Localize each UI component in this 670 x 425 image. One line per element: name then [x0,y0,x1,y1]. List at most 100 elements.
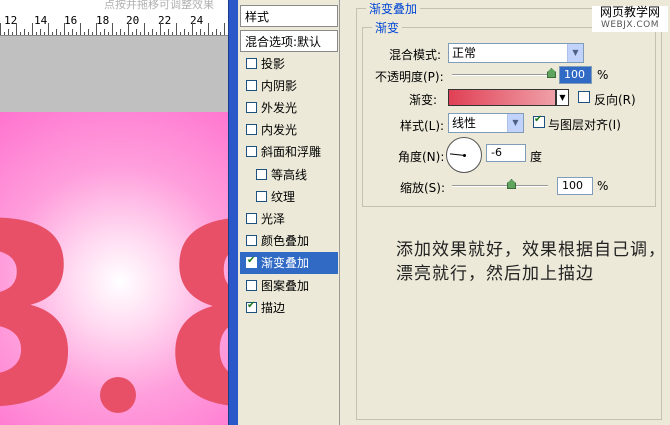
ruler-tick [140,32,141,35]
chevron-down-icon: ▼ [559,93,566,102]
digit-right: 8 [160,192,228,425]
ruler-tick [220,32,221,35]
scale-label: 缩放(S): [400,181,446,195]
opacity-input[interactable]: 100 [559,66,592,84]
style-item-checkbox[interactable] [246,57,257,69]
angle-label: 角度(N): [398,150,445,164]
style-item-checkbox[interactable] [246,255,257,269]
style-item-label: 外发光 [261,100,298,115]
angle-value: -6 [491,146,502,159]
angle-input[interactable]: -6 [486,144,526,162]
inner-group-title: 渐变 [372,19,403,36]
ruler-tick [96,23,97,35]
ruler-tick [180,32,181,35]
site-watermark: 网页教学网 WEBJX.COM [592,6,668,32]
ruler-tick [0,23,1,35]
style-item-checkbox[interactable] [246,212,257,224]
tutorial-note: 添加效果就好，效果根据自己调，漂亮就行，然后加上描边 [396,240,666,284]
style-item-label: 纹理 [271,189,296,204]
style-item[interactable]: 渐变叠加 [240,251,338,274]
style-item-label: 描边 [261,300,286,315]
ruler-number: 18 [96,14,110,27]
ruler-tick [28,32,29,35]
align-with-layer-checkbox[interactable] [533,114,545,128]
ruler-tick [72,29,73,35]
style-item[interactable]: 投影 [240,52,338,74]
reverse-label: 反向(R) [594,93,636,107]
blend-options-item[interactable]: 混合选项:默认 [240,30,338,52]
ruler-tick [52,32,53,35]
ruler-tick [56,29,57,35]
chevron-down-icon: ▼ [567,44,583,62]
ruler-tick [132,32,133,35]
ruler-tick [76,32,77,35]
style-item[interactable]: 等高线 [240,163,338,185]
horizontal-ruler: 点按并拖移可调整效果 12 14 16 18 20 22 24 [0,0,228,36]
document-canvas[interactable]: 点按并拖移可调整效果 12 14 16 18 20 22 24 3 8 [0,0,228,425]
opacity-slider-track[interactable] [452,74,552,76]
style-item-checkbox[interactable] [246,300,257,313]
style-item[interactable]: 描边 [240,296,338,318]
ruler-tick [108,32,109,35]
ruler-tick [200,29,201,35]
ruler-tick [204,32,205,35]
ruler-hint-text: 点按并拖移可调整效果 [104,0,214,11]
style-item[interactable]: 图案叠加 [240,274,338,296]
style-item-label: 图案叠加 [261,278,310,293]
style-item[interactable]: 外发光 [240,96,338,118]
ruler-tick [224,23,225,35]
style-item-checkbox[interactable] [246,124,257,136]
ruler-tick [88,29,89,35]
ruler-tick [20,32,21,35]
style-label: 样式(L): [400,119,445,133]
scale-slider-track[interactable] [452,185,548,187]
gradient-style-value: 线性 [452,116,477,130]
scale-input[interactable]: 100 [557,177,593,195]
ruler-tick [164,32,165,35]
style-item-checkbox[interactable] [246,146,257,158]
watermark-site: WEBJX.COM [600,20,660,30]
ruler-tick [16,23,17,35]
gradient-preview-swatch[interactable] [448,89,556,106]
ruler-tick [160,23,161,35]
blend-mode-select[interactable]: 正常 ▼ [448,43,584,63]
ruler-number: 14 [34,14,48,27]
ruler-tick [136,29,137,35]
ruler-tick [168,29,169,35]
ruler-tick [176,23,177,35]
angle-dial[interactable] [446,137,482,173]
ruler-tick [68,32,69,35]
ruler-tick [212,32,213,35]
style-item[interactable]: 光泽 [240,207,338,229]
gradient-style-select[interactable]: 线性 ▼ [448,113,524,133]
ruler-tick [152,29,153,35]
ruler-tick [216,29,217,35]
style-item-checkbox[interactable] [246,101,257,113]
ruler-tick [36,32,37,35]
style-item[interactable]: 颜色叠加 [240,230,338,252]
style-item[interactable]: 内阴影 [240,74,338,96]
ruler-number: 16 [64,14,78,27]
style-item-checkbox[interactable] [246,279,257,291]
style-item[interactable]: 纹理 [240,185,338,207]
gradient-overlay-settings: 渐变叠加 渐变 [350,0,670,425]
style-item[interactable]: 内发光 [240,119,338,141]
reverse-checkbox[interactable] [578,91,590,103]
ruler-tick [192,23,193,35]
style-item[interactable]: 斜面和浮雕 [240,141,338,163]
ruler-tick [100,32,101,35]
gradient-picker-arrow[interactable]: ▼ [556,89,569,106]
style-item-checkbox[interactable] [256,190,267,202]
ruler-tick [80,23,81,35]
outer-group-title: 渐变叠加 [366,0,421,17]
style-item-checkbox[interactable] [246,79,257,91]
blend-mode-label: 混合模式: [389,48,442,62]
style-item-checkbox[interactable] [246,235,257,247]
blend-mode-value: 正常 [452,46,477,60]
styles-header[interactable]: 样式 [240,5,338,27]
angle-dial-center [463,154,466,157]
style-item-checkbox[interactable] [256,168,267,180]
blend-options-label: 混合选项:默认 [245,34,322,49]
ruler-tick [48,23,49,35]
panel-divider [228,0,238,425]
